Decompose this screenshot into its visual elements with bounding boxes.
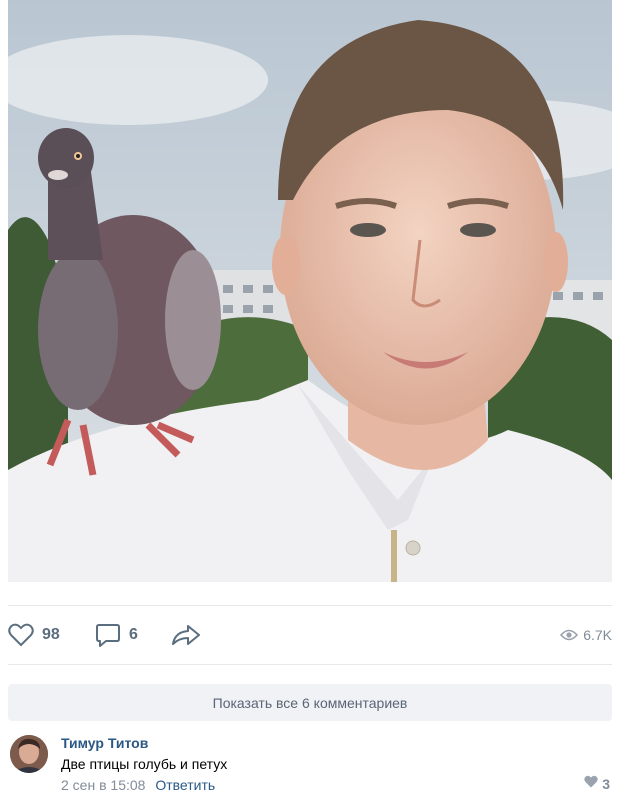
post-actions-bar: 98 6 6.7K [8,618,612,652]
eye-icon [560,628,579,642]
comment-like-button[interactable]: 3 [584,775,610,793]
avatar[interactable] [10,735,48,773]
share-button[interactable] [171,618,201,652]
comment-button[interactable]: 6 [95,618,138,652]
comment-like-count: 3 [602,776,610,792]
show-all-comments-button[interactable]: Показать все 6 комментариев [8,684,612,721]
views-counter: 6.7K [560,618,612,652]
comment-text: Две птицы голубь и петух [61,756,228,772]
comment-count: 6 [129,626,138,643]
post-photo[interactable] [8,0,612,582]
comment-author[interactable]: Тимур Титов [61,735,148,751]
like-button[interactable]: 98 [8,618,60,652]
heart-icon [584,775,598,793]
actions-top-divider [8,605,612,606]
comment-time[interactable]: 2 сен в 15:08 [61,777,145,793]
reply-link[interactable]: Ответить [155,777,215,793]
share-arrow-icon [171,623,201,647]
heart-icon [8,623,34,647]
actions-bottom-divider [8,664,612,665]
views-count: 6.7K [583,627,612,643]
comment-bubble-icon [95,623,121,647]
like-count: 98 [42,626,60,643]
comment-item: Тимур Титов Две птицы голубь и петух 2 с… [8,731,612,797]
comment-meta: 2 сен в 15:08 Ответить [61,777,215,793]
